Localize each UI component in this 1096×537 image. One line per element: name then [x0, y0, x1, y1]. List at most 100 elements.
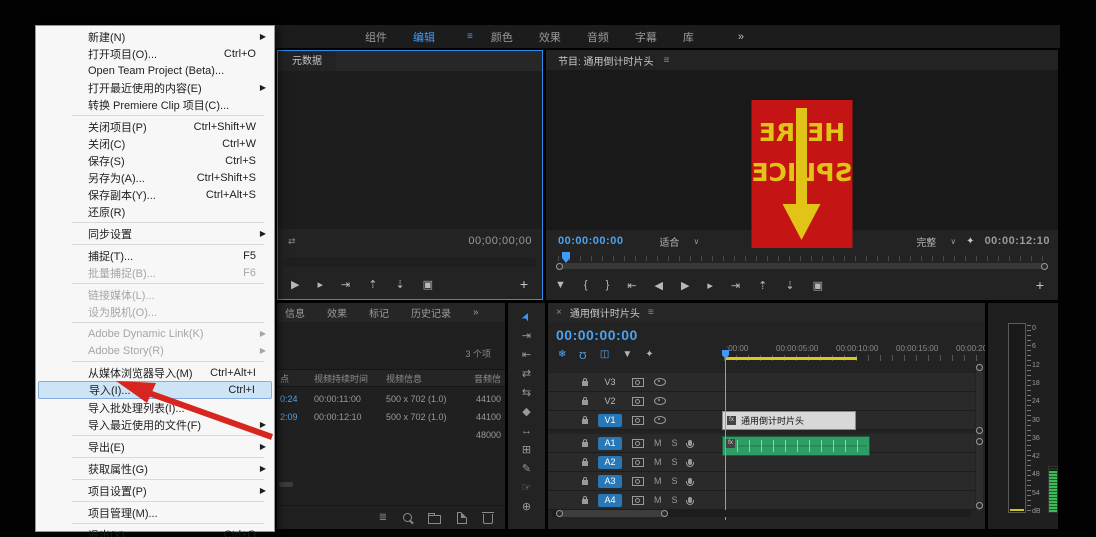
extract-button[interactable]: ⇣ — [395, 278, 404, 291]
menu-item[interactable]: 退出(X) Ctrl+Q — [36, 526, 274, 537]
track-target-V2[interactable]: V2 — [598, 395, 622, 408]
step-forward-button[interactable]: ▸ — [317, 278, 323, 291]
menu-item[interactable]: 转换 Premiere Clip 项目(C)... — [36, 96, 274, 113]
workspace-tab-组件[interactable]: 组件 — [365, 29, 387, 45]
add-marker-icon[interactable]: ▼ — [622, 349, 632, 360]
snap-icon[interactable]: Ω — [579, 349, 586, 360]
voiceover-record-icon[interactable] — [685, 497, 694, 505]
solo-button[interactable]: S — [672, 495, 678, 505]
lock-icon[interactable] — [582, 496, 588, 504]
scroll-handle[interactable] — [976, 364, 983, 371]
workspace-tab-颜色[interactable]: 颜色 — [491, 29, 513, 45]
panel-menu-icon[interactable]: ≡ — [664, 55, 670, 66]
scrubber-scrollbar[interactable] — [556, 263, 1048, 269]
lock-icon[interactable] — [582, 397, 588, 405]
scroll-handle[interactable] — [976, 502, 983, 509]
workspace-overflow-icon[interactable]: » — [738, 31, 744, 43]
column-header[interactable]: 视频持续时间 — [314, 372, 386, 385]
tab-历史记录[interactable]: 历史记录 — [411, 305, 451, 320]
menu-item[interactable]: 项目设置(P) ▶ — [36, 482, 274, 499]
source-scrubber[interactable] — [284, 257, 536, 267]
menu-item[interactable]: 打开最近使用的内容(E) ▶ — [36, 79, 274, 96]
menu-item[interactable]: 同步设置 ▶ — [36, 225, 274, 242]
button-editor-add[interactable]: + — [1036, 277, 1044, 293]
vertical-scrollbar[interactable] — [976, 363, 983, 511]
column-header[interactable]: 音频信 — [462, 372, 505, 385]
lock-icon[interactable] — [582, 416, 588, 424]
menu-item[interactable]: 关闭项目(P) Ctrl+Shift+W — [36, 118, 274, 135]
find-icon[interactable] — [403, 513, 413, 522]
step-forward-button[interactable]: ▸ — [707, 279, 713, 292]
menu-item[interactable]: 导入最近使用的文件(F) ▶ — [36, 416, 274, 433]
workspace-tab-字幕[interactable]: 字幕 — [635, 29, 657, 45]
menu-item[interactable]: 另存为(A)... Ctrl+Shift+S — [36, 169, 274, 186]
workspace-tab-编辑[interactable]: 编辑 — [413, 29, 435, 45]
lock-icon[interactable] — [582, 439, 588, 447]
lift-button[interactable]: ⇡ — [758, 279, 767, 292]
selection-tool[interactable]: ➤ — [519, 310, 534, 323]
slide-tool[interactable]: ⊞ — [522, 444, 531, 456]
menu-item[interactable]: 获取属性(G) ▶ — [36, 460, 274, 477]
track-target-A3[interactable]: A3 — [598, 474, 622, 488]
slip-tool[interactable]: ↔ — [521, 425, 532, 437]
zoom-level-dropdown[interactable]: 适合 ∨ — [659, 234, 699, 249]
source-patch-icon[interactable] — [632, 415, 644, 425]
razor-tool[interactable]: ◆ — [522, 406, 530, 418]
menu-item[interactable]: 保存副本(Y)... Ctrl+Alt+S — [36, 186, 274, 203]
delete-icon[interactable] — [482, 512, 495, 524]
scroll-handle[interactable] — [661, 510, 668, 517]
menu-item[interactable]: 项目管理(M)... — [36, 504, 274, 521]
track-target-A4[interactable]: A4 — [598, 493, 622, 507]
solo-button[interactable]: S — [672, 457, 678, 467]
go-to-out-button[interactable]: ⇥ — [731, 279, 740, 292]
scrollbar-handle-right[interactable] — [1041, 263, 1048, 270]
settings-wrench-icon[interactable]: ✦ — [966, 236, 974, 247]
hand-tool[interactable]: ☞ — [522, 482, 532, 494]
workspace-tab-音频[interactable]: 音频 — [587, 29, 609, 45]
step-back-button[interactable]: ◀ — [654, 279, 662, 292]
track-target-A2[interactable]: A2 — [598, 455, 622, 469]
tab-标记[interactable]: 标记 — [369, 305, 389, 320]
lock-icon[interactable] — [582, 378, 588, 386]
track-target-V3[interactable]: V3 — [598, 376, 622, 389]
rolling-edit-tool[interactable]: ⇄ — [522, 368, 531, 380]
playback-quality-dropdown[interactable]: 完整 ∨ — [916, 234, 956, 249]
timeline-tab[interactable]: × 通用倒计时片头 ≡ — [548, 303, 985, 322]
ripple-edit-tool[interactable]: ⇤ — [522, 349, 531, 361]
video-clip[interactable]: fx 通用倒计时片头 — [722, 411, 856, 430]
voiceover-record-icon[interactable] — [685, 440, 694, 448]
play-button[interactable]: ▶ — [291, 278, 299, 291]
horizontal-scrollbar[interactable] — [279, 482, 293, 487]
panel-tab-overflow-icon[interactable]: » — [473, 307, 479, 318]
mute-button[interactable]: M — [654, 476, 662, 486]
mute-button[interactable]: M — [654, 457, 662, 467]
new-item-icon[interactable] — [457, 511, 468, 524]
playhead-marker[interactable] — [562, 252, 570, 263]
source-patch-icon[interactable] — [632, 495, 644, 505]
extract-button[interactable]: ⇣ — [785, 279, 794, 292]
track-target-V1[interactable]: V1 — [598, 413, 622, 427]
menu-item[interactable]: Open Team Project (Beta)... — [36, 62, 274, 79]
panel-menu-icon[interactable]: ≡ — [648, 307, 654, 318]
source-patch-icon[interactable] — [632, 377, 644, 387]
export-frame-button[interactable]: ▣ — [423, 278, 433, 291]
source-patch-icon[interactable] — [632, 476, 644, 486]
button-editor-add[interactable]: + — [520, 276, 528, 292]
audio-clip[interactable]: fx — [722, 436, 870, 456]
toggle-track-output-icon[interactable] — [654, 416, 666, 424]
playhead-line[interactable] — [725, 352, 726, 520]
rate-stretch-tool[interactable]: ⇆ — [522, 387, 531, 399]
program-scrubber[interactable] — [554, 252, 1050, 270]
menu-item[interactable]: 还原(R) — [36, 203, 274, 220]
source-settings-icon[interactable]: ⇄ — [288, 236, 296, 247]
lift-button[interactable]: ⇡ — [368, 278, 377, 291]
column-header[interactable]: 点 — [277, 372, 314, 385]
scroll-handle[interactable] — [976, 427, 983, 434]
menu-item[interactable]: 捕捉(T)... F5 — [36, 247, 274, 264]
export-frame-button[interactable]: ▣ — [813, 279, 823, 292]
nest-icon[interactable]: ❄ — [558, 349, 566, 360]
mark-out-button[interactable]: } — [606, 279, 610, 292]
track-target-A1[interactable]: A1 — [598, 436, 622, 450]
menu-item[interactable]: 从媒体浏览器导入(M) Ctrl+Alt+I — [36, 364, 274, 381]
scroll-handle[interactable] — [556, 510, 563, 517]
